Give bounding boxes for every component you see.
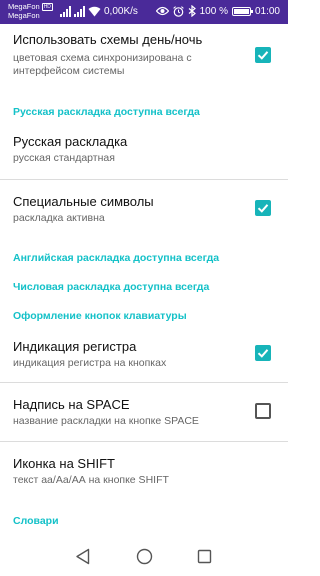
navigation-bar <box>0 538 288 576</box>
category-numeric-layout: Числовая раскладка доступна всегда <box>13 281 210 293</box>
checkmark-icon <box>257 204 269 213</box>
carrier-2-label: MegaFon <box>8 11 40 20</box>
status-bar: MegaFon HD MegaFon 0,00K/s 100 % 01:00 <box>0 0 288 24</box>
pref-title: Иконка на SHIFT <box>13 456 115 471</box>
pref-summary: индикация регистра на кнопках <box>13 357 167 369</box>
settings-list[interactable]: Использовать схемы день/ночь цветовая сх… <box>0 24 288 538</box>
carrier-info: MegaFon HD MegaFon <box>8 2 53 20</box>
space-label-checkbox[interactable] <box>255 403 271 419</box>
wifi-icon <box>88 6 101 17</box>
pref-summary-line2: интерфейсом системы <box>13 65 125 77</box>
pref-summary: русская стандартная <box>13 152 115 164</box>
battery-icon <box>231 6 253 16</box>
signal-icon <box>74 6 85 17</box>
pref-russian-layout[interactable]: Русская раскладка русская стандартная <box>0 122 288 178</box>
battery-fill <box>233 8 249 14</box>
clock: 01:00 <box>254 5 280 17</box>
battery-percent: 100 % <box>199 5 228 17</box>
pref-title: Русская раскладка <box>13 134 128 149</box>
alarm-icon <box>172 5 184 17</box>
home-icon[interactable] <box>136 548 153 565</box>
pref-day-night[interactable]: Использовать схемы день/ночь цветовая сх… <box>0 24 288 86</box>
pref-title: Использовать схемы день/ночь <box>13 32 203 47</box>
pref-title: Специальные символы <box>13 194 154 209</box>
pref-space-label[interactable]: Надпись на SPACE название раскладки на к… <box>0 383 288 441</box>
pref-title: Индикация регистра <box>13 339 137 354</box>
category-russian-layout: Русская раскладка доступна всегда <box>13 106 200 118</box>
eye-icon <box>155 6 169 16</box>
pref-register-indication[interactable]: Индикация регистра индикация регистра на… <box>0 326 288 382</box>
network-speed: 0,00K/s <box>104 6 138 17</box>
hd-badge: HD <box>41 3 53 11</box>
register-indication-checkbox[interactable] <box>255 345 271 361</box>
category-keys-design: Оформление кнопок клавиатуры <box>13 310 187 322</box>
carrier-1-label: MegaFon <box>8 2 40 11</box>
category-dictionaries: Словари <box>13 515 59 527</box>
pref-summary: раскладка активна <box>13 212 105 224</box>
signal-icon <box>60 6 71 17</box>
status-right: 100 % 01:00 <box>155 4 280 18</box>
pref-special-symbols[interactable]: Специальные символы раскладка активна <box>0 180 288 238</box>
special-symbols-checkbox[interactable] <box>255 200 271 216</box>
recents-icon[interactable] <box>197 549 212 564</box>
checkmark-icon <box>257 349 269 358</box>
pref-summary: текст аа/Аа/АА на кнопке SHIFT <box>13 474 169 486</box>
pref-summary-line1: цветовая схема синхронизирована с <box>13 52 192 64</box>
pref-summary: название раскладки на кнопке SPACE <box>13 415 199 427</box>
back-icon[interactable] <box>75 548 91 565</box>
pref-shift-icon[interactable]: Иконка на SHIFT текст аа/Аа/АА на кнопке… <box>0 442 288 500</box>
category-english-layout: Английская раскладка доступна всегда <box>13 252 220 264</box>
bluetooth-icon <box>188 5 196 17</box>
checkmark-icon <box>257 51 269 60</box>
day-night-checkbox[interactable] <box>255 47 271 63</box>
pref-title: Надпись на SPACE <box>13 397 130 412</box>
